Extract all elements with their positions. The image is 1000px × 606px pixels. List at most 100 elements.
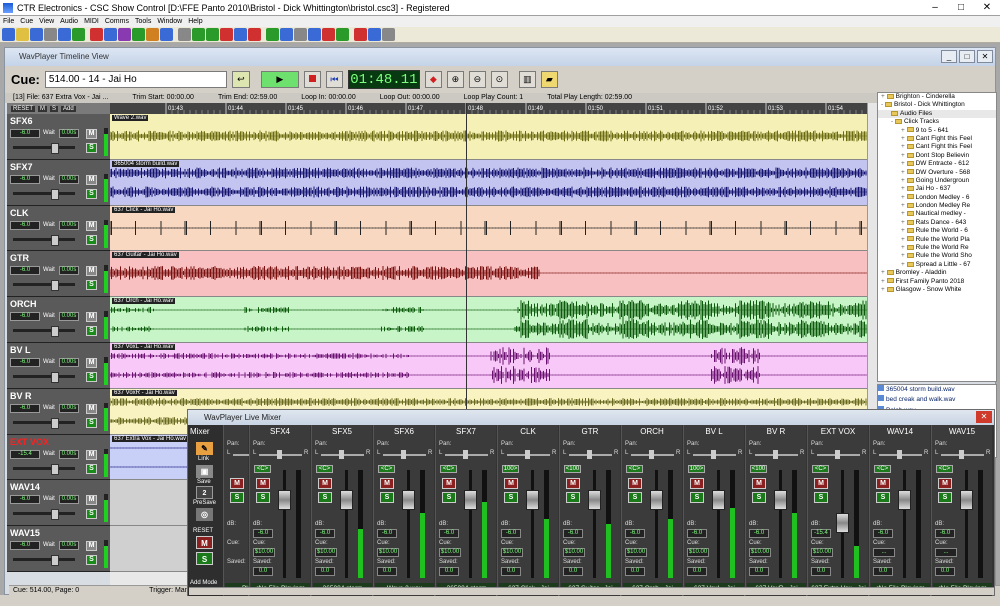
volume-fader[interactable]	[650, 490, 663, 510]
strip-mute-button[interactable]: M	[442, 478, 456, 489]
strip-db-value[interactable]: -6.0	[253, 529, 273, 538]
pan-slider[interactable]	[631, 450, 674, 459]
track-db[interactable]: -6.0	[10, 129, 40, 138]
tree-node[interactable]: + Cant Fight this Feel	[878, 135, 996, 143]
toolbar-icon[interactable]	[354, 28, 367, 41]
link-button[interactable]: ✎	[196, 442, 213, 455]
toolbar-icon[interactable]	[322, 28, 335, 41]
toolbar-icon[interactable]	[118, 28, 131, 41]
strip-mute-button[interactable]: M	[380, 478, 394, 489]
strip-solo-button[interactable]: S	[876, 492, 890, 503]
track-db[interactable]: -6.0	[10, 220, 40, 230]
volume-fader[interactable]	[588, 490, 601, 510]
zoom-in-button[interactable]: ⊕	[446, 71, 464, 88]
track-solo-button[interactable]: S	[86, 509, 97, 520]
track-wait[interactable]: 0.00s	[59, 449, 79, 459]
menu-comms[interactable]: Comms	[102, 16, 132, 27]
volume-fader[interactable]	[712, 490, 725, 510]
pan-position-badge[interactable]: <100	[564, 465, 581, 473]
audio-file-item[interactable]: 365004 storm build.wav	[878, 385, 996, 395]
maximize-button[interactable]: □	[948, 0, 974, 15]
cue-input[interactable]: 514.00 - 14 - Jai Ho	[44, 71, 227, 88]
tree-node[interactable]: + London Medley Re	[878, 202, 996, 210]
tree-node[interactable]: + DW Entracte - 612	[878, 160, 996, 168]
save-slot[interactable]: 2	[196, 486, 213, 499]
volume-fader[interactable]	[526, 490, 539, 510]
strip-mute-button[interactable]: M	[752, 478, 766, 489]
volume-fader[interactable]	[402, 490, 415, 510]
minimize-button[interactable]: –	[922, 0, 948, 15]
pan-slider[interactable]	[321, 450, 364, 459]
tree-node[interactable]: + Going Undergroun	[878, 177, 996, 185]
strip-mute-button[interactable]: M	[876, 478, 890, 489]
mixer-mute-all-button[interactable]: M	[196, 536, 213, 549]
volume-fader[interactable]	[278, 490, 291, 510]
pan-position-badge[interactable]: <C>	[626, 465, 643, 473]
strip-mute-button[interactable]: M	[566, 478, 580, 489]
tree-node[interactable]: + Nautical medley -	[878, 210, 996, 218]
menu-midi[interactable]: MIDI	[81, 16, 102, 27]
toolbar-icon[interactable]	[248, 28, 261, 41]
track-solo-button[interactable]: S	[86, 234, 97, 245]
pan-slider[interactable]	[941, 450, 984, 459]
toolbar-icon[interactable]	[220, 28, 233, 41]
track-header-0[interactable]: SFX6 -6.0 Wait 0.00s M S	[7, 114, 110, 160]
tree-node[interactable]: + Dont Stop Believin	[878, 152, 996, 160]
time-ruler[interactable]: 01:43 01:44 01:45 01:46 01:47 01:48 01:49 01:50…	[110, 103, 867, 114]
pan-slider[interactable]	[569, 450, 612, 459]
pan-slider[interactable]	[445, 450, 488, 459]
pan-slider[interactable]	[817, 450, 860, 459]
strip-cue-value[interactable]: $10.00	[811, 548, 833, 557]
pan-position-badge[interactable]: <C>	[316, 465, 333, 473]
toolbar-icon[interactable]	[160, 28, 173, 41]
track-header-1[interactable]: SFX7 -6.0 Wait 0.00s M S	[7, 159, 110, 206]
track-solo-button[interactable]: S	[86, 143, 97, 153]
tree-node[interactable]: + Cant Fight this Feel	[878, 143, 996, 151]
toolbar-icon[interactable]	[146, 28, 159, 41]
toolbar-icon[interactable]	[90, 28, 103, 41]
toolbar-icon[interactable]	[44, 28, 57, 41]
pan-slider[interactable]	[755, 450, 798, 459]
strip-cue-value[interactable]: ...	[935, 548, 957, 557]
strip-db-value[interactable]: -15.4	[811, 529, 831, 538]
strip-mute-button[interactable]: M	[256, 478, 270, 489]
volume-fader[interactable]	[774, 490, 787, 510]
tree-node[interactable]: + Spread a Little - 67	[878, 261, 996, 269]
menu-cue[interactable]: Cue	[17, 16, 36, 27]
track-header-6[interactable]: BV R -6.0 Wait 0.00s M S	[7, 388, 110, 435]
volume-fader[interactable]	[340, 490, 353, 510]
strip-solo-button[interactable]: S	[566, 492, 580, 503]
toolbar-icon[interactable]	[192, 28, 205, 41]
tree-node[interactable]: + Brighton - Cinderella	[878, 93, 996, 101]
tree-node[interactable]: + Rule the World Pla	[878, 236, 996, 244]
track-fader[interactable]	[13, 371, 75, 383]
track-wait[interactable]: 0.00s	[59, 541, 79, 551]
locate-button[interactable]: ◆	[424, 71, 442, 88]
toolbar-icon[interactable]	[58, 28, 71, 41]
playhead-cursor[interactable]	[466, 103, 467, 458]
menu-view[interactable]: View	[36, 16, 57, 27]
strip-mute-button[interactable]: M	[318, 478, 332, 489]
rewind-button[interactable]: ⏮	[325, 71, 343, 88]
track-fader[interactable]	[13, 326, 75, 338]
track-mute-button[interactable]: M	[86, 220, 97, 231]
strip-cue-value[interactable]: $10.00	[315, 548, 337, 557]
track-wait[interactable]: 0.00s	[59, 129, 79, 138]
track-fader[interactable]	[13, 143, 75, 154]
track-solo-button[interactable]: S	[86, 326, 97, 337]
menu-tools[interactable]: Tools	[132, 16, 154, 27]
strip-cue-value[interactable]: $10.00	[687, 548, 709, 557]
strip-solo-button[interactable]: S	[442, 492, 456, 503]
menu-file[interactable]: File	[0, 16, 17, 27]
strip-cue-value[interactable]: $10.00	[563, 548, 585, 557]
menu-audio[interactable]: Audio	[57, 16, 81, 27]
track-lane-2[interactable]: 637 Click - Jai Ho.wav	[110, 205, 867, 252]
strip-cue-value[interactable]: $10.00	[253, 548, 275, 557]
track-header-3[interactable]: GTR -6.0 Wait 0.00s M S	[7, 251, 110, 298]
strip-solo-button[interactable]: S	[628, 492, 642, 503]
toolbar-icon[interactable]	[294, 28, 307, 41]
pan-slider[interactable]	[879, 450, 922, 459]
track-mute-button[interactable]: M	[86, 357, 97, 368]
pan-position-badge[interactable]: <C>	[378, 465, 395, 473]
strip-solo-button[interactable]: S	[814, 492, 828, 503]
